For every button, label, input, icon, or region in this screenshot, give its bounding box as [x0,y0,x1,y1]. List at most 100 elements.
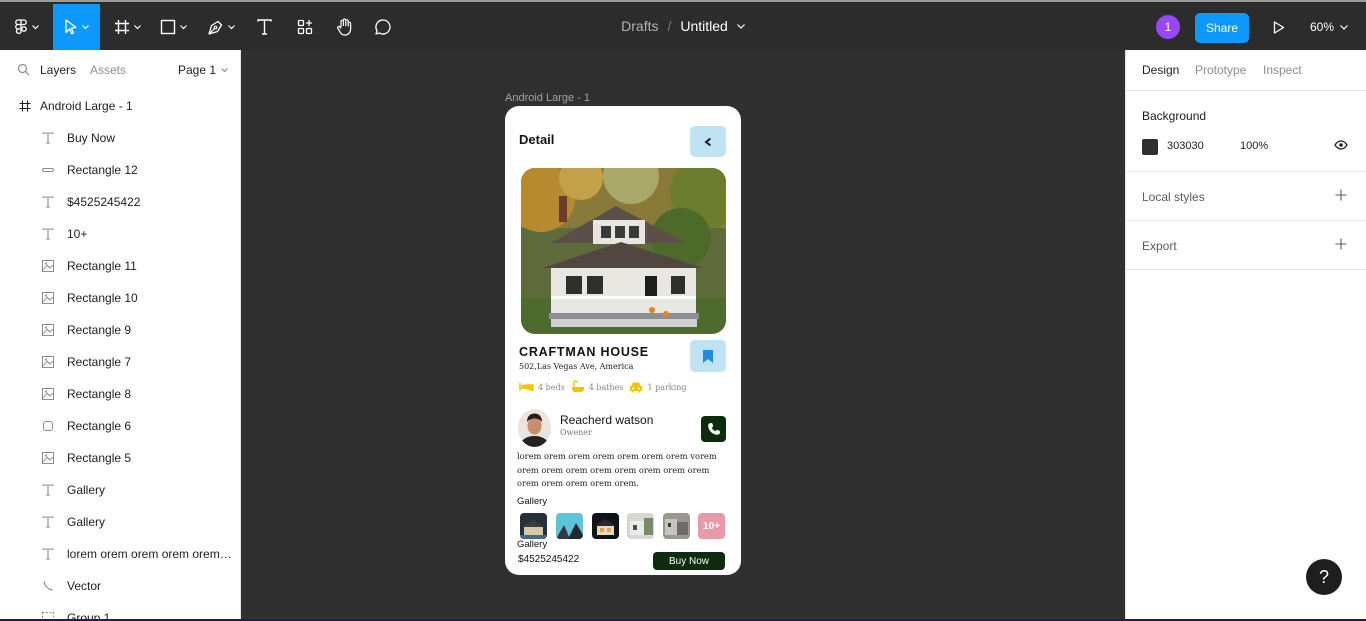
user-avatar[interactable]: 1 [1156,15,1180,39]
layer-row[interactable]: Gallery [0,506,240,538]
layer-row[interactable]: Rectangle 11 [0,250,240,282]
layer-row[interactable]: Buy Now [0,122,240,154]
image-layer-icon [41,291,55,305]
layer-label: Rectangle 9 [67,323,132,337]
layer-label: Rectangle 7 [67,355,132,369]
image-layer-icon [41,355,55,369]
layer-row[interactable]: 10+ [0,218,240,250]
rectangle-layer-icon [41,163,55,177]
amenity-baths: 4 bathes [571,380,624,394]
layer-label: Rectangle 12 [67,163,138,177]
layer-row[interactable]: Rectangle 10 [0,282,240,314]
gallery-more-thumb[interactable]: 10+ [698,513,725,539]
gallery-thumb-3[interactable] [592,513,619,539]
divider [1126,90,1366,91]
tab-layers[interactable]: Layers [40,63,76,77]
text-layer-icon [41,547,55,561]
amenity-label: 4 bathes [588,382,624,392]
layer-row[interactable]: Rectangle 5 [0,442,240,474]
image-layer-icon [41,451,55,465]
chevron-down-icon [221,67,228,72]
comment-tool-button[interactable] [369,4,397,50]
owner-avatar [518,409,551,447]
chevron-down-icon[interactable] [736,23,745,29]
share-button[interactable]: Share [1195,13,1249,43]
rounded-rect-layer-icon [41,419,55,433]
description-text: lorem orem orem orem orem orem orem vore… [517,451,717,488]
add-export-icon[interactable] [1335,238,1347,250]
house-address: 502,Las Vegas Ave, America [519,362,634,371]
present-button[interactable] [1268,16,1290,38]
pen-tool-icon [208,20,223,35]
background-hex-input[interactable]: 303030 [1167,140,1204,152]
eye-icon[interactable] [1334,140,1348,150]
file-title[interactable]: Untitled [680,18,727,34]
figma-app: Drafts / Untitled 1 Share 60% Layers Ass… [0,0,1366,621]
gallery-thumb-5[interactable] [663,513,690,539]
layer-label: Rectangle 11 [67,259,137,273]
search-icon[interactable] [17,63,30,76]
play-icon [1273,20,1285,34]
layer-label: Rectangle 5 [67,451,132,465]
house-photo [521,168,726,334]
text-layer-icon [41,195,55,209]
gallery-thumb-1[interactable] [520,513,547,539]
design-canvas[interactable]: Android Large - 1 Detail CRAFTMAN HOUSE … [241,50,1125,621]
tab-design[interactable]: Design [1142,63,1179,77]
page-selector[interactable]: Page 1 [178,63,228,77]
image-layer-icon [41,259,55,273]
layer-row[interactable]: Vector [0,570,240,602]
hand-tool-icon [336,18,351,36]
gallery-thumb-4[interactable] [627,513,654,539]
bookmark-button[interactable] [690,340,726,372]
tab-inspect[interactable]: Inspect [1263,63,1302,77]
chevron-down-icon [31,24,39,29]
tab-assets[interactable]: Assets [90,63,126,77]
buy-now-button[interactable]: Buy Now [653,552,725,570]
resources-icon [297,19,313,35]
background-color-swatch[interactable] [1142,139,1158,155]
layer-label: Rectangle 8 [67,387,132,401]
move-tool-button[interactable] [53,4,100,50]
layer-row[interactable]: Rectangle 7 [0,346,240,378]
frame-label[interactable]: Android Large - 1 [505,92,590,104]
call-button[interactable] [701,416,726,442]
text-tool-button[interactable] [250,4,278,50]
layer-row[interactable]: Rectangle 12 [0,154,240,186]
layer-label: Android Large - 1 [40,99,133,113]
gallery-thumb-2[interactable] [556,513,583,539]
breadcrumb-drafts[interactable]: Drafts [621,18,658,34]
divider [1126,171,1366,172]
pen-tool-button[interactable] [200,4,242,50]
zoom-dropdown[interactable]: 60% [1310,16,1348,38]
hand-tool-button[interactable] [330,4,358,50]
bookmark-icon [703,349,713,363]
add-style-icon[interactable] [1335,189,1347,201]
chevron-down-icon [133,24,141,29]
layer-row[interactable]: $4525245422 [0,186,240,218]
layer-row[interactable]: Gallery [0,474,240,506]
tab-prototype[interactable]: Prototype [1195,63,1246,77]
android-frame[interactable]: Detail CRAFTMAN HOUSE 502,Las Vegas Ave,… [505,106,741,575]
page-selector-label: Page 1 [178,63,217,77]
back-button[interactable] [690,126,726,157]
layer-label: Rectangle 10 [67,291,138,305]
layer-row[interactable]: Rectangle 8 [0,378,240,410]
layer-row[interactable]: lorem orem orem orem orem ... [0,538,240,570]
main-menu-button[interactable] [8,4,44,50]
chevron-down-icon [82,24,89,29]
layer-label: Vector [67,579,102,593]
background-opacity-input[interactable]: 100% [1240,140,1268,152]
rectangle-tool-icon [160,19,175,35]
layer-row[interactable]: Rectangle 9 [0,314,240,346]
layer-row-frame[interactable]: Android Large - 1 [0,90,240,122]
shape-tool-button[interactable] [153,4,193,50]
image-layer-icon [41,323,55,337]
move-tool-icon [65,19,77,35]
gallery-title: Gallery [517,496,548,507]
resources-button[interactable] [291,4,319,50]
layer-row[interactable]: Rectangle 6 [0,410,240,442]
export-heading: Export [1142,239,1177,253]
frame-tool-button[interactable] [107,4,147,50]
help-button[interactable]: ? [1306,559,1342,595]
